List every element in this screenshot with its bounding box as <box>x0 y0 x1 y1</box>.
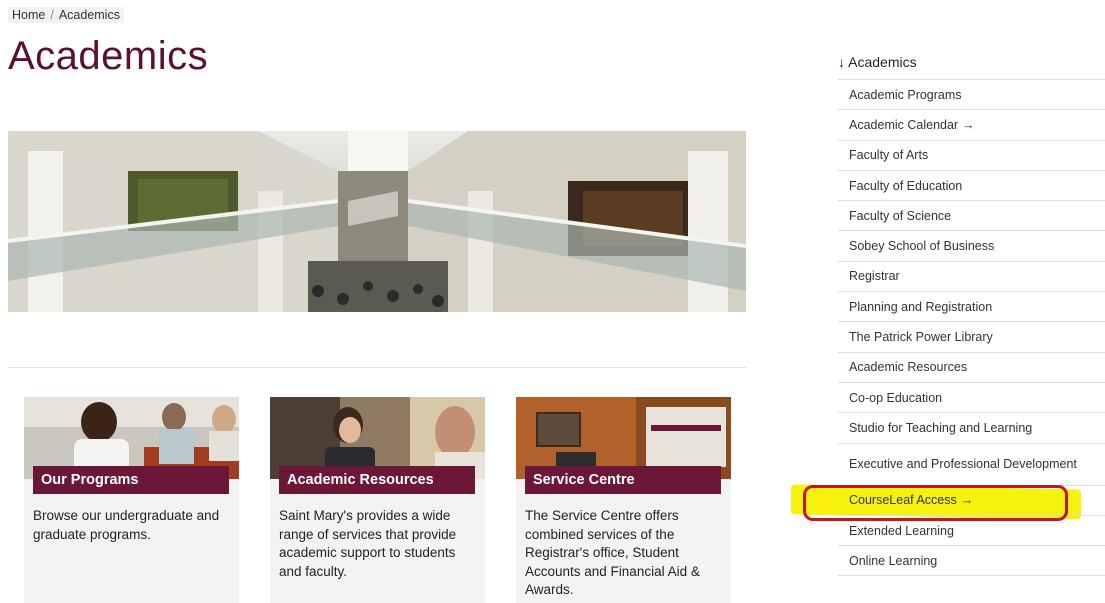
sidebar-item-sobey-school[interactable]: Sobey School of Business <box>838 231 1105 262</box>
page-title: Academics <box>8 34 209 78</box>
card-title[interactable]: Academic Resources <box>279 466 475 494</box>
content-divider <box>8 367 746 368</box>
sidebar-item-label: Online Learning <box>849 553 938 568</box>
sidebar-item-academic-calendar[interactable]: Academic Calendar → <box>838 110 1105 141</box>
sidebar-item-label: Executive and Professional Development <box>849 457 1077 472</box>
breadcrumb-current: Academics <box>58 8 120 22</box>
red-annotation-box <box>803 485 1068 521</box>
sidebar-item-label: Registrar <box>849 269 900 284</box>
card-title[interactable]: Our Programs <box>33 466 229 494</box>
sidebar-item-label: Co-op Education <box>849 390 943 405</box>
sidebar-item-academic-resources[interactable]: Academic Resources <box>838 353 1105 383</box>
sidebar-item-label: Faculty of Education <box>849 178 963 193</box>
card-description: The Service Centre offers combined servi… <box>525 508 700 598</box>
sidebar-heading[interactable]: ↓ Academics <box>838 54 917 70</box>
sidebar-item-label: Faculty of Science <box>849 208 952 223</box>
card-our-programs[interactable]: Our Programs Browse our undergraduate an… <box>24 397 239 603</box>
sidebar-item-patrick-power-library[interactable]: The Patrick Power Library <box>838 322 1105 353</box>
arrow-down-icon: ↓ <box>838 54 845 70</box>
sidebar-item-studio-teaching-learning[interactable]: Studio for Teaching and Learning <box>838 413 1105 444</box>
card-title[interactable]: Service Centre <box>525 466 721 494</box>
card-academic-resources[interactable]: Academic Resources Saint Mary's provides… <box>270 397 485 603</box>
card-service-centre[interactable]: Service Centre The Service Centre offers… <box>516 397 731 603</box>
card-description: Saint Mary's provides a wide range of se… <box>279 508 457 579</box>
sidebar-item-co-op-education[interactable]: Co-op Education <box>838 383 1105 414</box>
sidebar-item-label: Extended Learning <box>849 523 954 538</box>
breadcrumb-separator: / <box>50 8 54 22</box>
sidebar-item-label: Academic Calendar <box>849 117 959 132</box>
sidebar-item-planning-registration[interactable]: Planning and Registration <box>838 292 1105 323</box>
card-description: Browse our undergraduate and graduate pr… <box>33 508 220 542</box>
sidebar-item-registrar[interactable]: Registrar <box>838 262 1105 293</box>
sidebar-heading-label: Academics <box>848 54 917 70</box>
sidebar-item-academic-programs[interactable]: Academic Programs <box>838 80 1105 111</box>
breadcrumb-home-link[interactable]: Home <box>12 8 45 22</box>
arrow-right-icon: → <box>962 117 975 132</box>
sidebar-item-online-learning[interactable]: Online Learning <box>838 546 1105 577</box>
sidebar-item-faculty-of-science[interactable]: Faculty of Science <box>838 201 1105 232</box>
sidebar-item-faculty-of-education[interactable]: Faculty of Education <box>838 171 1105 202</box>
sidebar-item-executive-professional-development[interactable]: Executive and Professional Development <box>838 444 1105 486</box>
sidebar-item-label: Academic Programs <box>849 87 962 102</box>
sidebar-item-label: The Patrick Power Library <box>849 330 993 345</box>
breadcrumb: Home / Academics <box>8 7 124 23</box>
sidebar-item-faculty-of-arts[interactable]: Faculty of Arts <box>838 141 1105 171</box>
sidebar-item-label: Planning and Registration <box>849 299 993 314</box>
hero-image <box>8 131 746 312</box>
sidebar-item-label: Faculty of Arts <box>849 148 929 163</box>
sidebar-item-label: Studio for Teaching and Learning <box>849 420 1033 435</box>
sidebar-item-label: Academic Resources <box>849 360 968 375</box>
sidebar-item-label: Sobey School of Business <box>849 239 995 254</box>
